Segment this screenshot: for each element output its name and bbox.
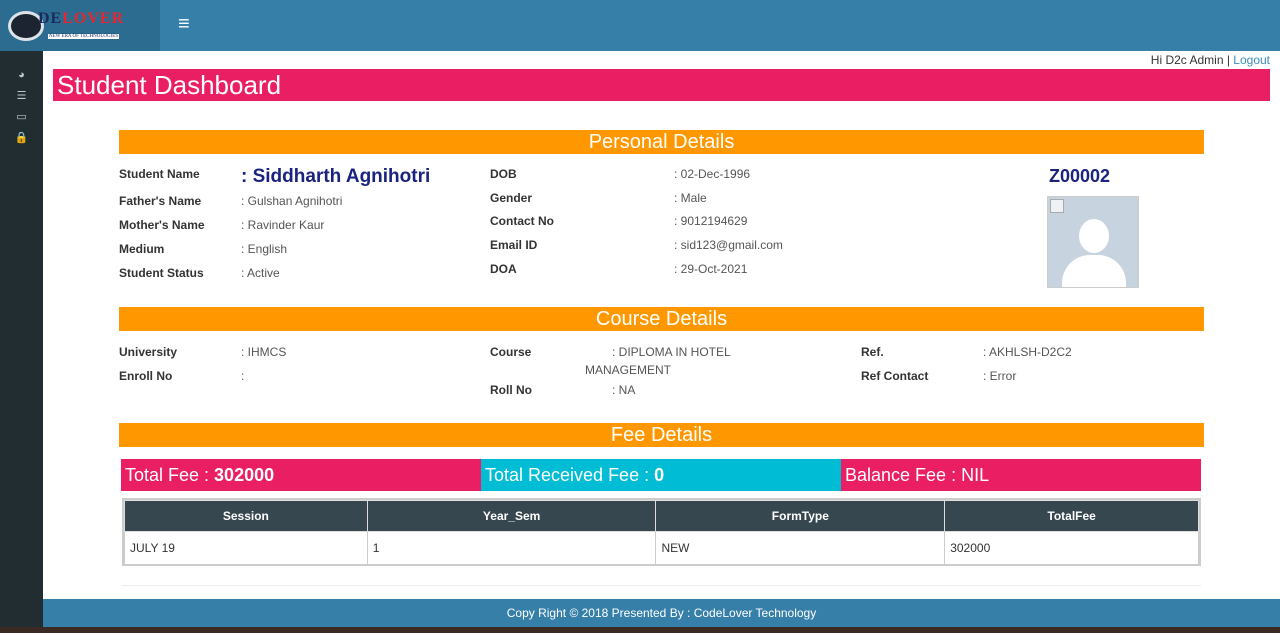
column-header-session: Session	[124, 500, 368, 532]
gender-value: : Male	[674, 191, 707, 205]
ref-contact-label: Ref Contact	[861, 369, 929, 383]
total-fee-label: Total Fee :	[125, 465, 215, 485]
father-name-value: : Gulshan Agnihotri	[241, 194, 343, 208]
column-header-formtype: FormType	[655, 500, 946, 532]
footer: Copy Right © 2018 Presented By : CodeLov…	[43, 599, 1280, 627]
list-icon[interactable]: ☰	[0, 86, 43, 107]
received-fee-label: Total Received Fee :	[485, 465, 655, 485]
balance-fee-label: Balance Fee : NIL	[845, 465, 990, 485]
ref-label: Ref.	[861, 345, 884, 359]
logo-tagline: NEW ERA OF TECHNOLOGIES	[48, 34, 120, 39]
folder-icon[interactable]: ▭	[0, 107, 43, 128]
doa-label: DOA	[490, 262, 517, 276]
course-value-line1: : DIPLOMA IN HOTEL	[612, 345, 731, 359]
course-details-heading: Course Details	[119, 307, 1204, 331]
total-fee-box: Total Fee : 302000	[121, 459, 481, 491]
student-name-label: Student Name	[119, 167, 200, 181]
roll-value: : NA	[612, 383, 636, 397]
balance-fee-box: Balance Fee : NIL	[841, 459, 1201, 491]
student-status-label: Student Status	[119, 266, 204, 280]
main-content: Hi D2c Admin | Logout Student Dashboard …	[43, 51, 1280, 599]
medium-value: : English	[241, 242, 288, 256]
course-value-line2: MANAGEMENT	[585, 363, 672, 377]
broken-image-icon	[1050, 199, 1064, 213]
mother-name-label: Mother's Name	[119, 218, 205, 232]
student-status-value: : Active	[241, 266, 280, 280]
doa-value: : 29-Oct-2021	[674, 262, 748, 276]
table-header-row: Session Year_Sem FormType TotalFee	[124, 500, 1199, 532]
table-row: JULY 19 1 NEW 302000	[124, 531, 1199, 565]
enroll-label: Enroll No	[119, 369, 173, 383]
logout-link[interactable]: Logout	[1233, 53, 1270, 67]
page-title: Student Dashboard	[53, 69, 1270, 101]
brand-area[interactable]: DELOVER NEW ERA OF TECHNOLOGIES	[0, 0, 160, 51]
contact-value: : 9012194629	[674, 214, 748, 228]
year-sem-cell: 1	[366, 531, 657, 565]
column-header-year-sem: Year_Sem	[366, 500, 657, 532]
email-label: Email ID	[490, 238, 538, 252]
email-value: : sid123@gmail.com	[674, 238, 783, 252]
dashboard-icon[interactable]: ◕	[0, 65, 43, 86]
formtype-cell: NEW	[655, 531, 946, 565]
total-fee-value: 302000	[214, 465, 275, 485]
received-fee-box: Total Received Fee : 0	[481, 459, 841, 491]
totalfee-cell: 302000	[944, 531, 1199, 565]
ref-contact-value: : Error	[983, 369, 1017, 383]
fee-details-heading: Fee Details	[119, 423, 1204, 447]
avatar-head	[1079, 219, 1109, 253]
enroll-value: :	[241, 369, 245, 383]
dob-label: DOB	[490, 167, 517, 181]
avatar-body	[1062, 255, 1126, 287]
codelover-logo[interactable]: DELOVER NEW ERA OF TECHNOLOGIES	[8, 8, 154, 44]
personal-details-heading: Personal Details	[119, 130, 1204, 154]
course-label: Course	[490, 345, 532, 359]
mother-name-value: : Ravinder Kaur	[241, 218, 325, 232]
lock-icon[interactable]: 🔒	[0, 128, 43, 149]
roll-label: Roll No	[490, 383, 532, 397]
contact-label: Contact No	[490, 214, 554, 228]
session-cell: JULY 19	[124, 531, 368, 565]
university-value: : IHMCS	[241, 345, 287, 359]
student-photo	[1047, 196, 1139, 288]
dob-value: : 02-Dec-1996	[674, 167, 751, 181]
user-greeting: Hi D2c Admin | Logout	[1151, 53, 1270, 67]
student-code: Z00002	[1049, 166, 1111, 186]
top-navbar: DELOVER NEW ERA OF TECHNOLOGIES ≡	[0, 0, 1280, 51]
ref-value: : AKHLSH-D2C2	[983, 345, 1072, 359]
logo-text-b: LOVER	[62, 10, 125, 27]
logo-text-a: DE	[38, 10, 63, 27]
greeting-text: Hi D2c Admin |	[1150, 53, 1230, 67]
taskbar-strip	[0, 627, 1280, 633]
student-name-value: : Siddharth Agnihotri	[241, 166, 431, 187]
university-label: University	[119, 345, 178, 359]
medium-label: Medium	[119, 242, 165, 256]
fee-table: Session Year_Sem FormType TotalFee JULY …	[122, 498, 1201, 566]
gender-label: Gender	[490, 191, 533, 205]
father-name-label: Father's Name	[119, 194, 202, 208]
sidebar: ◕ ☰ ▭ 🔒	[0, 51, 43, 633]
logo-wordmark: DELOVER	[38, 10, 124, 28]
hamburger-menu-icon[interactable]: ≡	[178, 14, 190, 34]
content-divider	[122, 585, 1201, 586]
column-header-totalfee: TotalFee	[944, 500, 1199, 532]
received-fee-value: 0	[654, 465, 665, 485]
